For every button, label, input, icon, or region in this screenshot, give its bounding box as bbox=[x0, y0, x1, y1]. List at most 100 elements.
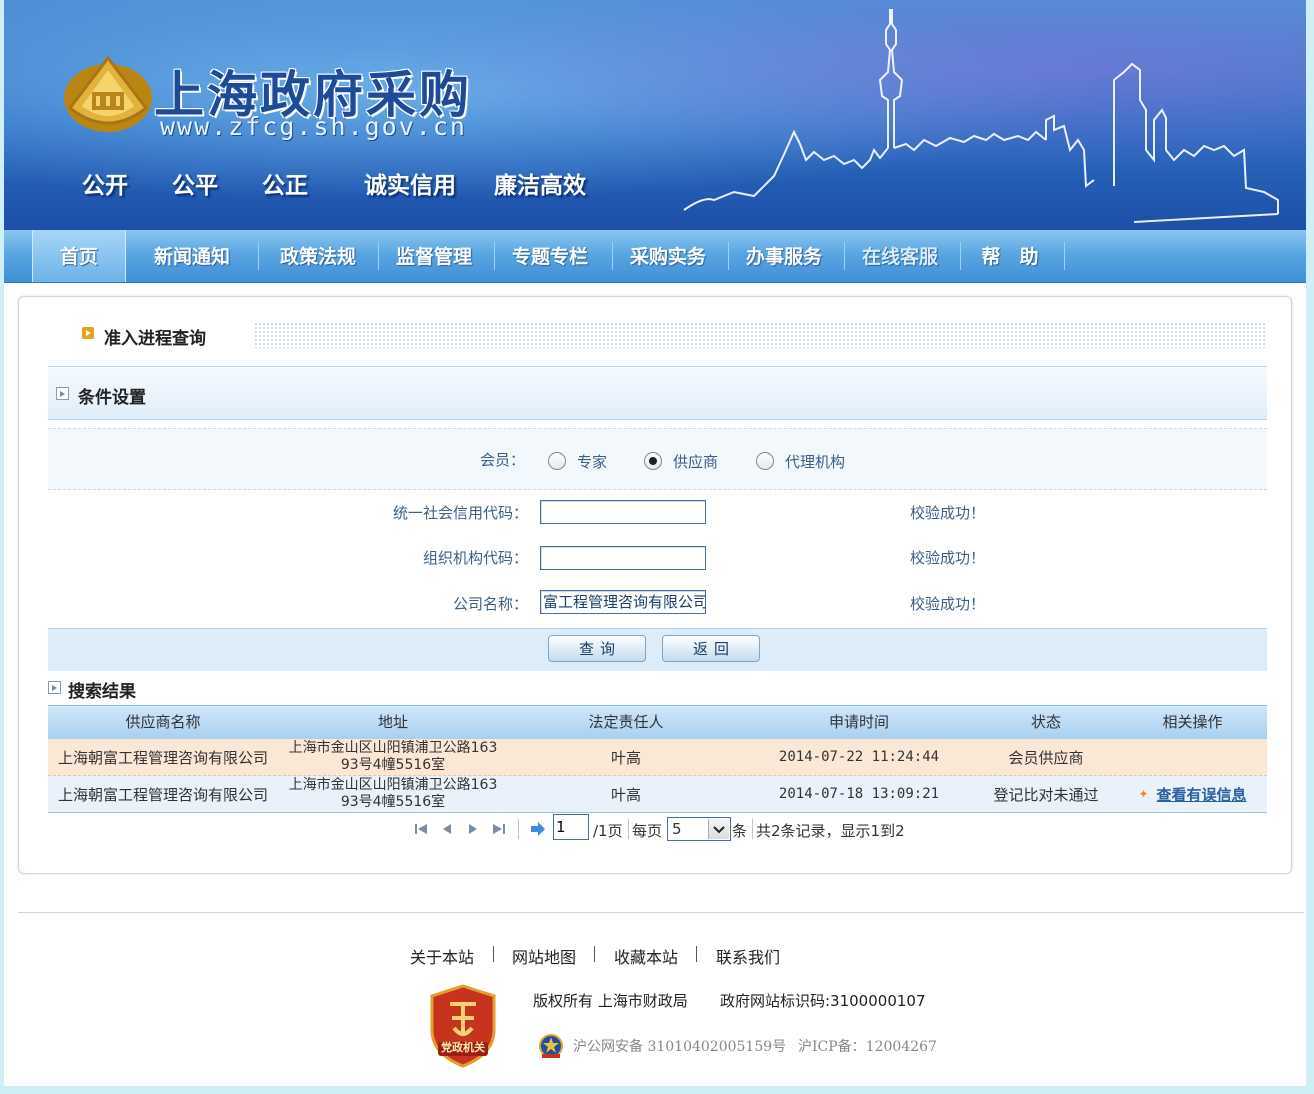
dotted-divider bbox=[254, 322, 1266, 348]
table-row: 上海朝富工程管理咨询有限公司 上海市金山区山阳镇浦卫公路163 93号4幢551… bbox=[48, 776, 1267, 813]
per-page-label: 每页 bbox=[632, 822, 663, 840]
nav-item-supervision[interactable]: 监督管理 bbox=[382, 230, 486, 282]
col-legal-person: 法定责任人 bbox=[588, 713, 664, 731]
radio-agency[interactable] bbox=[756, 452, 774, 470]
conditions-header: 条件设置 bbox=[48, 366, 1267, 420]
procurement-emblem-icon bbox=[64, 55, 152, 132]
col-address: 地址 bbox=[377, 713, 408, 731]
footer-link-about[interactable]: 关于本站 bbox=[410, 944, 474, 968]
address-line: 上海市金山区山阳镇浦卫公路163 bbox=[288, 777, 498, 793]
cell-status: 会员供应商 bbox=[1008, 748, 1084, 767]
first-page-icon[interactable] bbox=[414, 822, 428, 836]
icp-record-number[interactable]: 沪ICP备：12004267 bbox=[798, 1036, 937, 1056]
nav-item-policy[interactable]: 政策法规 bbox=[266, 230, 370, 282]
cell-supplier-name: 上海朝富工程管理咨询有限公司 bbox=[57, 748, 268, 767]
pager-divider bbox=[752, 819, 753, 839]
results-title: 搜索结果 bbox=[68, 682, 136, 702]
cell-apply-time: 2014-07-18 13:09:21 bbox=[778, 786, 940, 802]
police-emblem-icon bbox=[539, 1034, 563, 1058]
footer-separator bbox=[696, 946, 697, 962]
expand-arrow-icon bbox=[48, 681, 61, 694]
radio-expert-label[interactable]: 专家 bbox=[577, 451, 607, 472]
company-name-label: 公司名称： bbox=[452, 595, 528, 613]
motto-5: 廉洁高效 bbox=[494, 173, 586, 199]
col-status: 状态 bbox=[1030, 713, 1061, 731]
nav-item-topics[interactable]: 专题专栏 bbox=[498, 230, 602, 282]
nav-divider bbox=[1064, 242, 1065, 270]
motto-2: 公平 bbox=[172, 173, 218, 199]
nav-divider bbox=[612, 242, 613, 270]
footer-divider bbox=[18, 912, 1304, 913]
credit-code-input[interactable] bbox=[540, 500, 706, 524]
credit-code-label: 统一社会信用代码： bbox=[392, 504, 528, 522]
query-button[interactable]: 查询 bbox=[548, 635, 646, 662]
nav-item-home[interactable]: 首页 bbox=[32, 230, 126, 282]
footer-link-sitemap[interactable]: 网站地图 bbox=[512, 944, 576, 968]
nav-divider bbox=[960, 242, 961, 270]
record-summary: 共2条记录，显示1到2 bbox=[756, 822, 905, 840]
go-page-arrow-icon[interactable] bbox=[530, 822, 546, 836]
company-name-input[interactable]: 富工程管理咨询有限公司 bbox=[540, 590, 706, 614]
nav-divider bbox=[378, 242, 379, 270]
org-code-input[interactable] bbox=[540, 546, 706, 570]
pager-divider bbox=[518, 819, 519, 839]
copyright-text: 版权所有 上海市财政局 bbox=[533, 992, 688, 1010]
motto-1: 公开 bbox=[82, 173, 128, 199]
police-record-number[interactable]: 沪公网安备 31010402005159号 bbox=[573, 1036, 786, 1056]
footer-link-bookmark[interactable]: 收藏本站 bbox=[614, 944, 678, 968]
footer-link-contact[interactable]: 联系我们 bbox=[716, 944, 780, 968]
cell-actions: ✦ 查看有误信息 bbox=[1118, 776, 1267, 812]
nav-item-services[interactable]: 办事服务 bbox=[732, 230, 836, 282]
page-root: 上海政府采购 www.zfcg.sh.gov.cn 公开 公平 公正 诚实信用 … bbox=[4, 0, 1306, 1086]
nav-divider bbox=[728, 242, 729, 270]
last-page-icon[interactable] bbox=[492, 822, 506, 836]
cell-apply-time: 2014-07-22 11:24:44 bbox=[778, 749, 940, 765]
address-line: 93号4幢5516室 bbox=[340, 757, 446, 773]
site-url: www.zfcg.sh.gov.cn bbox=[160, 112, 467, 141]
radio-agency-label[interactable]: 代理机构 bbox=[785, 451, 845, 472]
nav-item-help[interactable]: 帮 助 bbox=[964, 230, 1056, 282]
next-page-icon[interactable] bbox=[466, 822, 480, 836]
cell-address: 上海市金山区山阳镇浦卫公路163 93号4幢5516室 bbox=[278, 739, 508, 775]
motto-3: 公正 bbox=[262, 173, 308, 199]
per-page-value: 5 bbox=[672, 820, 682, 838]
section-bullet-icon bbox=[82, 327, 94, 339]
address-line: 上海市金山区山阳镇浦卫公路163 bbox=[288, 740, 498, 756]
nav-item-news[interactable]: 新闻通知 bbox=[140, 230, 244, 282]
page-number-input[interactable] bbox=[553, 814, 589, 840]
table-header: 供应商名称 地址 法定责任人 申请时间 状态 相关操作 bbox=[48, 705, 1267, 740]
cell-status: 登记比对未通过 bbox=[993, 785, 1099, 804]
member-type-row: 会员： 专家 供应商 代理机构 bbox=[48, 428, 1267, 490]
per-page-select[interactable]: 5 bbox=[667, 817, 731, 841]
footer-separator bbox=[594, 946, 595, 962]
button-bar: 查询 返回 bbox=[48, 628, 1267, 671]
pagination: /1页 每页 5 条 共2条记录，显示1到2 bbox=[4, 814, 1306, 844]
nav-item-online-support[interactable]: 在线客服 bbox=[848, 230, 952, 282]
star-bullet-icon: ✦ bbox=[1138, 787, 1149, 801]
city-skyline-icon bbox=[683, 9, 1279, 223]
nav-divider bbox=[494, 242, 495, 270]
col-actions: 相关操作 bbox=[1162, 713, 1223, 731]
nav-item-procurement[interactable]: 采购实务 bbox=[616, 230, 720, 282]
conditions-label: 条件设置 bbox=[78, 388, 146, 408]
section-title: 准入进程查询 bbox=[104, 329, 206, 349]
address-line: 93号4幢5516室 bbox=[340, 794, 446, 810]
credit-code-status: 校验成功！ bbox=[910, 504, 986, 522]
badge-text: 党政机关 bbox=[441, 1041, 485, 1054]
view-error-info-link[interactable]: 查看有误信息 bbox=[1157, 784, 1247, 805]
cell-actions bbox=[1118, 739, 1267, 775]
party-government-badge-icon[interactable]: 党政机关 bbox=[428, 984, 498, 1068]
cell-address: 上海市金山区山阳镇浦卫公路163 93号4幢5516室 bbox=[278, 776, 508, 812]
expand-arrow-icon bbox=[56, 387, 69, 400]
motto-4: 诚实信用 bbox=[364, 173, 456, 199]
org-code-status: 校验成功！ bbox=[910, 549, 986, 567]
gov-site-id: 政府网站标识码:3100000107 bbox=[720, 992, 926, 1010]
cell-legal-person: 叶高 bbox=[610, 785, 641, 804]
radio-supplier-label[interactable]: 供应商 bbox=[673, 451, 718, 472]
org-code-label: 组织机构代码： bbox=[422, 549, 528, 567]
radio-expert[interactable] bbox=[548, 452, 566, 470]
cell-supplier-name: 上海朝富工程管理咨询有限公司 bbox=[57, 785, 268, 804]
back-button[interactable]: 返回 bbox=[662, 635, 760, 662]
prev-page-icon[interactable] bbox=[440, 822, 454, 836]
radio-supplier[interactable] bbox=[644, 452, 662, 470]
